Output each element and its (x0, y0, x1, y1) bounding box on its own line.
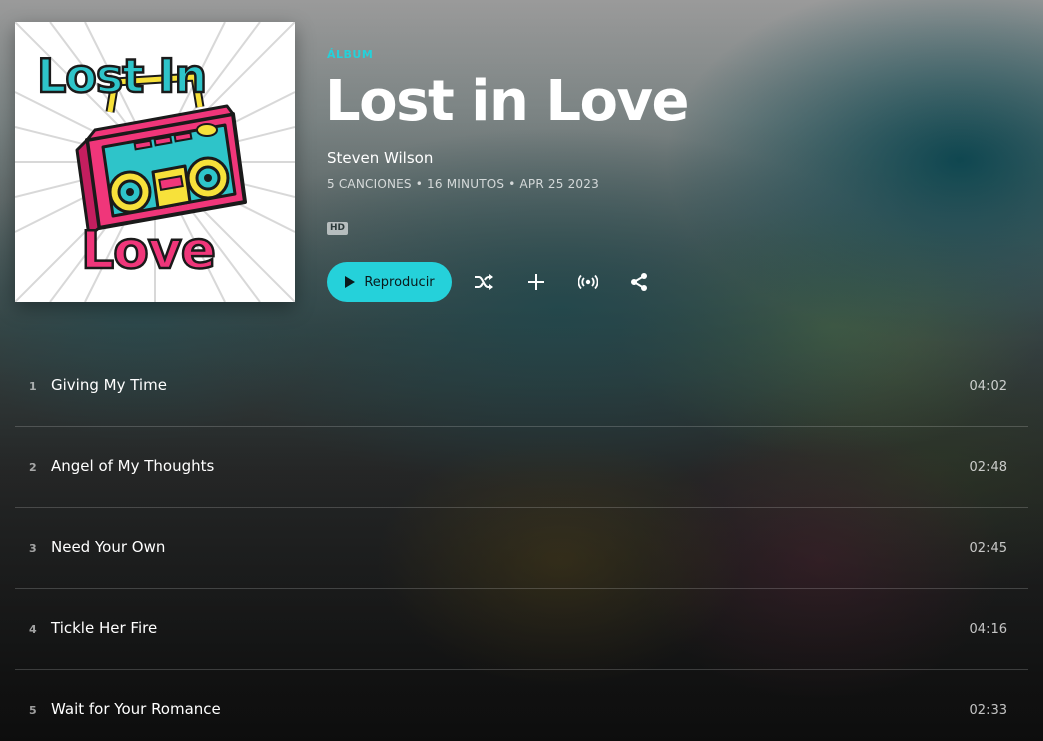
track-title[interactable]: Angel of My Thoughts (51, 457, 214, 475)
track-duration: 04:16 (969, 622, 1007, 637)
cover-text-top: Lost In (37, 49, 206, 103)
track-title[interactable]: Giving My Time (51, 376, 167, 394)
track-row[interactable]: 4 Tickle Her Fire 04:16 (15, 589, 1028, 670)
track-number: 3 (29, 542, 37, 555)
track-title[interactable]: Need Your Own (51, 538, 165, 556)
play-button[interactable]: Reproducir (327, 262, 452, 302)
track-number: 4 (29, 623, 37, 636)
track-number: 1 (29, 380, 37, 393)
artist-link[interactable]: Steven Wilson (327, 149, 433, 167)
shuffle-button[interactable] (468, 266, 500, 298)
plus-icon (528, 274, 544, 290)
track-duration: 02:33 (969, 703, 1007, 718)
track-row[interactable]: 2 Angel of My Thoughts 02:48 (15, 427, 1028, 508)
track-row[interactable]: 1 Giving My Time 04:02 (15, 346, 1028, 427)
tracklist: 1 Giving My Time 04:02 2 Angel of My Tho… (15, 346, 1028, 741)
album-cover-art: Lost In Love (15, 22, 295, 302)
track-number: 5 (29, 704, 37, 717)
track-duration: 04:02 (969, 379, 1007, 394)
track-row[interactable]: 5 Wait for Your Romance 02:33 (15, 670, 1028, 741)
album-title: Lost in Love (325, 69, 689, 134)
album-type-label: ÁLBUM (327, 48, 374, 61)
album-cover[interactable]: Lost In Love (15, 22, 295, 302)
album-meta: 5 CANCIONES • 16 MINUTOS • APR 25 2023 (327, 177, 599, 191)
track-row[interactable]: 3 Need Your Own 02:45 (15, 508, 1028, 589)
cover-text-bottom: Love (81, 221, 215, 281)
track-number: 2 (29, 461, 37, 474)
track-title[interactable]: Wait for Your Romance (51, 700, 221, 718)
play-icon (345, 276, 356, 288)
play-button-label: Reproducir (364, 274, 435, 290)
album-page: Lost In Love ÁLBUM Lost in Love Steven W… (0, 0, 1043, 741)
share-button[interactable] (623, 266, 655, 298)
shuffle-icon (475, 274, 493, 290)
hd-badge: HD (327, 222, 349, 235)
share-icon (631, 273, 647, 291)
station-icon (578, 274, 598, 290)
track-duration: 02:48 (969, 460, 1007, 475)
add-to-library-button[interactable] (520, 266, 552, 298)
track-duration: 02:45 (969, 541, 1007, 556)
station-button[interactable] (572, 266, 604, 298)
track-title[interactable]: Tickle Her Fire (51, 619, 157, 637)
